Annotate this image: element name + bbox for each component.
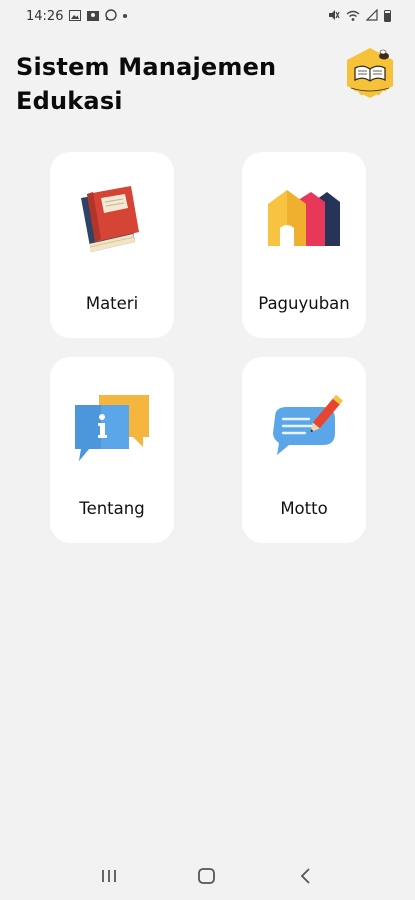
battery-icon xyxy=(384,10,391,22)
dot-icon xyxy=(123,14,128,18)
note-pencil-icon xyxy=(265,389,343,467)
image-icon xyxy=(69,9,82,23)
status-right xyxy=(328,8,391,23)
signal-icon xyxy=(365,8,378,23)
photo-icon xyxy=(87,10,100,23)
status-left: 14:26 xyxy=(26,8,128,24)
book-icon xyxy=(73,184,151,262)
menu-card-paguyuban[interactable]: Paguyuban xyxy=(242,152,366,338)
menu-label-motto: Motto xyxy=(280,499,328,518)
wifi-icon xyxy=(346,10,360,23)
page-title: Sistem Manajemen Edukasi xyxy=(16,53,277,115)
status-bar: 14:26 xyxy=(0,0,415,32)
system-nav-bar xyxy=(0,852,415,900)
info-chat-icon xyxy=(73,389,151,467)
menu-label-materi: Materi xyxy=(85,294,139,313)
school-logo-icon xyxy=(343,46,397,104)
home-icon[interactable] xyxy=(187,861,227,891)
back-icon[interactable] xyxy=(286,861,326,891)
menu-label-paguyuban: Paguyuban xyxy=(258,294,350,313)
mute-icon xyxy=(328,9,340,23)
status-time: 14:26 xyxy=(26,8,64,24)
menu-card-motto[interactable]: Motto xyxy=(242,357,366,543)
houses-icon xyxy=(265,184,343,262)
menu-label-tentang: Tentang xyxy=(79,499,145,518)
recent-apps-icon[interactable] xyxy=(89,861,129,891)
whatsapp-icon xyxy=(105,9,118,23)
menu-card-tentang[interactable]: Tentang xyxy=(50,357,174,543)
menu-card-materi[interactable]: Materi xyxy=(50,152,174,338)
